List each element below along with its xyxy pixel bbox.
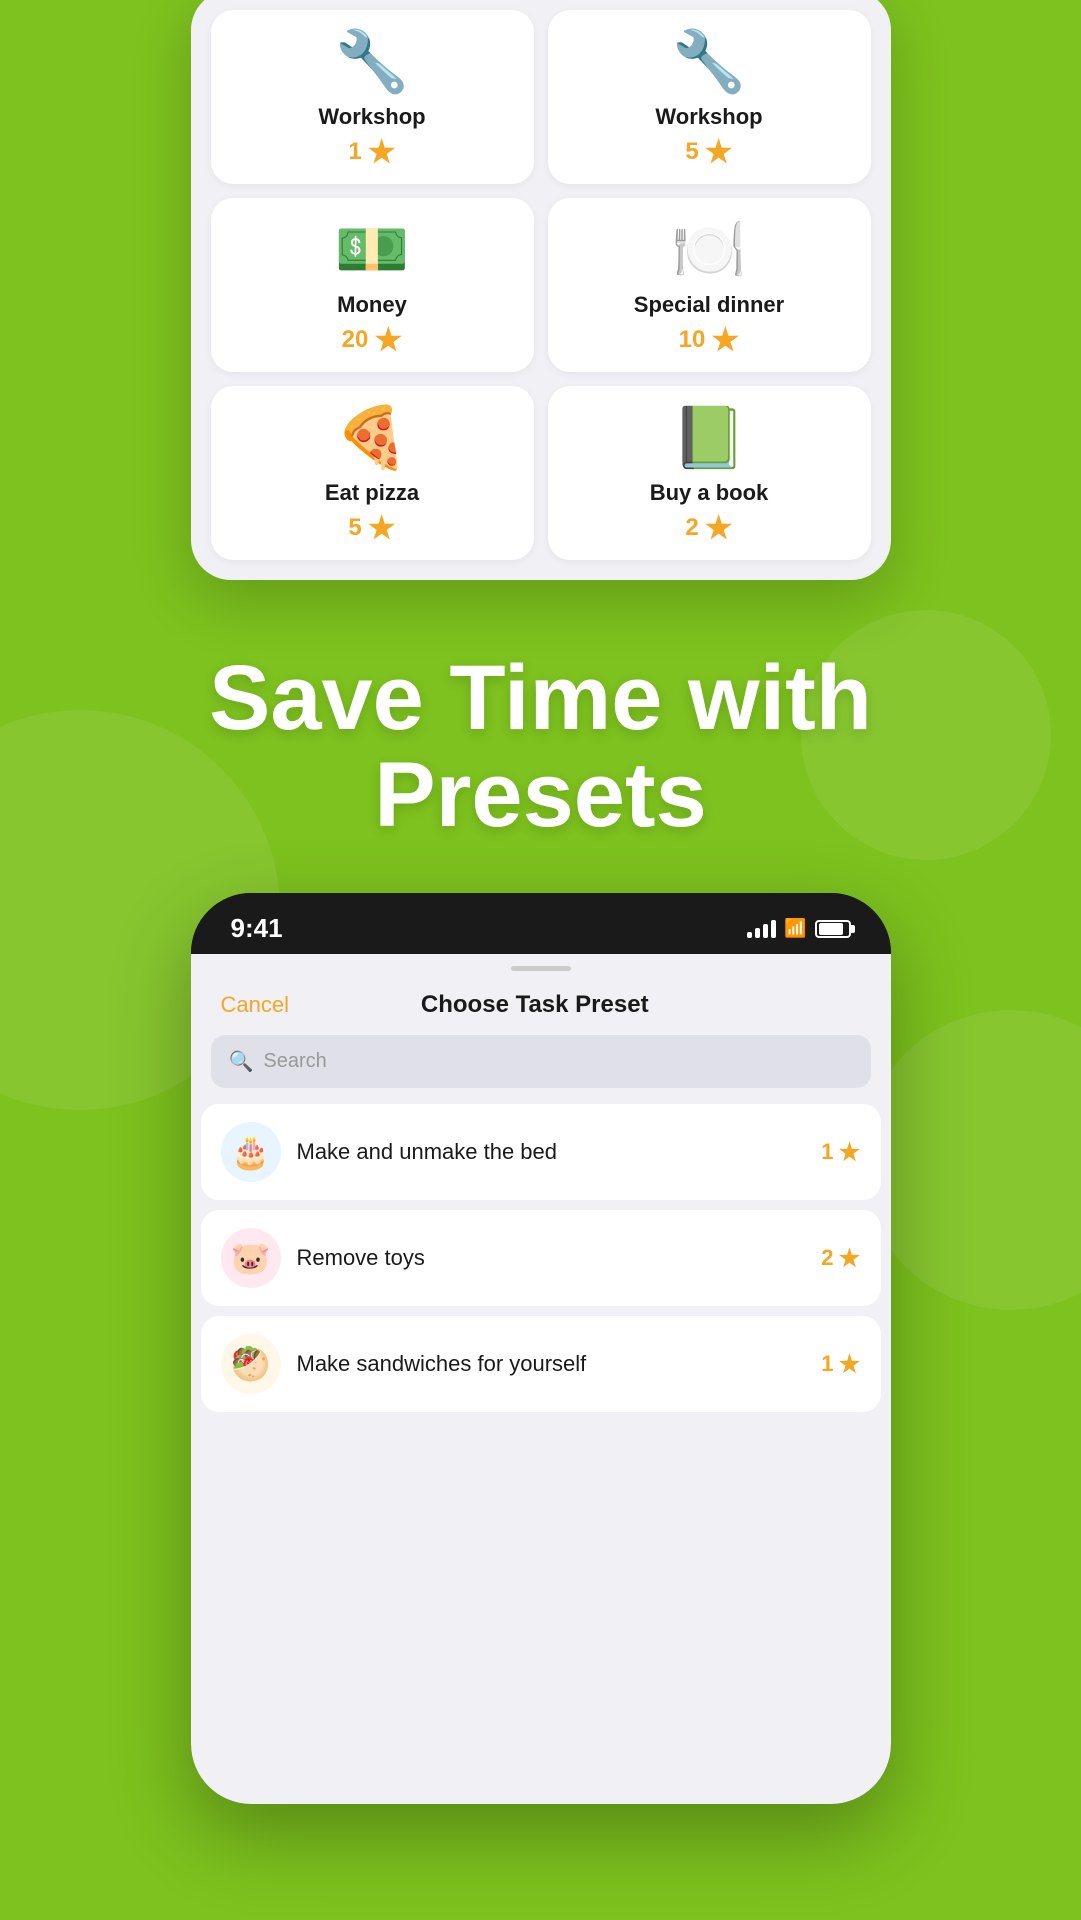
sheet-title: Choose Task Preset bbox=[421, 991, 649, 1019]
task-name: Make and unmake the bed bbox=[297, 1139, 806, 1165]
status-icons: 📶 bbox=[747, 918, 850, 939]
phone-screen-content: Cancel Choose Task Preset 🔍 Search 🎂 Mak… bbox=[191, 954, 891, 1804]
card-icon: 📗 bbox=[672, 408, 747, 468]
star-icon bbox=[839, 1353, 861, 1375]
bottom-phone-mockup: 9:41 📶 Cancel Choose Task Preset 🔍 S bbox=[191, 893, 891, 1804]
card-points: 20 bbox=[342, 326, 403, 354]
reward-card-eatpizza5[interactable]: 🍕 Eat pizza 5 bbox=[211, 386, 534, 560]
reward-card-specialdinner10[interactable]: 🍽️ Special dinner 10 bbox=[548, 198, 871, 372]
task-icon: 🐷 bbox=[221, 1228, 281, 1288]
task-icon: 🎂 bbox=[221, 1122, 281, 1182]
reward-card-buyabook2[interactable]: 📗 Buy a book 2 bbox=[548, 386, 871, 560]
reward-card-workshop5[interactable]: 🔧 Workshop 5 bbox=[548, 10, 871, 184]
card-icon: 🔧 bbox=[672, 32, 747, 92]
star-icon bbox=[368, 514, 396, 542]
search-icon: 🔍 bbox=[229, 1049, 254, 1074]
status-time: 9:41 bbox=[231, 913, 283, 944]
task-points: 1 bbox=[821, 1139, 860, 1165]
reward-card-workshop1[interactable]: 🔧 Workshop 1 bbox=[211, 10, 534, 184]
star-icon bbox=[374, 326, 402, 354]
wifi-icon: 📶 bbox=[784, 918, 806, 939]
task-points: 2 bbox=[821, 1245, 860, 1271]
card-name: Workshop bbox=[655, 104, 762, 130]
card-name: Workshop bbox=[318, 104, 425, 130]
cancel-button[interactable]: Cancel bbox=[221, 992, 289, 1018]
card-name: Eat pizza bbox=[325, 480, 419, 506]
battery-icon bbox=[815, 920, 851, 938]
task-name: Make sandwiches for yourself bbox=[297, 1351, 806, 1377]
star-icon bbox=[839, 1247, 861, 1269]
card-icon: 💵 bbox=[335, 220, 410, 280]
card-name: Special dinner bbox=[634, 292, 784, 318]
card-icon: 🍕 bbox=[335, 408, 410, 468]
card-name: Money bbox=[337, 292, 407, 318]
search-bar[interactable]: 🔍 Search bbox=[211, 1035, 871, 1088]
sheet-header: Cancel Choose Task Preset bbox=[191, 971, 891, 1035]
status-bar: 9:41 📶 bbox=[191, 893, 891, 954]
star-icon bbox=[368, 138, 396, 166]
card-icon: 🍽️ bbox=[672, 220, 747, 280]
headline-text: Save Time with Presets bbox=[60, 650, 1021, 843]
card-points: 1 bbox=[348, 138, 395, 166]
task-list: 🎂 Make and unmake the bed 1 🐷 Remove toy… bbox=[191, 1104, 891, 1412]
card-points: 5 bbox=[348, 514, 395, 542]
card-points: 10 bbox=[679, 326, 740, 354]
card-name: Buy a book bbox=[650, 480, 769, 506]
card-points: 2 bbox=[685, 514, 732, 542]
reward-card-money20[interactable]: 💵 Money 20 bbox=[211, 198, 534, 372]
top-phone-mockup: 🔧 Workshop 1 🔧 Workshop 5 💵 Money 20 🍽️ … bbox=[191, 0, 891, 580]
signal-icon bbox=[747, 920, 776, 938]
task-item-make-bed[interactable]: 🎂 Make and unmake the bed 1 bbox=[201, 1104, 881, 1200]
star-icon bbox=[705, 138, 733, 166]
task-points: 1 bbox=[821, 1351, 860, 1377]
task-icon: 🥙 bbox=[221, 1334, 281, 1394]
star-icon bbox=[711, 326, 739, 354]
card-points: 5 bbox=[685, 138, 732, 166]
card-icon: 🔧 bbox=[335, 32, 410, 92]
search-placeholder: Search bbox=[263, 1050, 326, 1073]
headline-section: Save Time with Presets bbox=[0, 580, 1081, 893]
task-name: Remove toys bbox=[297, 1245, 806, 1271]
star-icon bbox=[839, 1141, 861, 1163]
task-item-make-sandwiches[interactable]: 🥙 Make sandwiches for yourself 1 bbox=[201, 1316, 881, 1412]
star-icon bbox=[705, 514, 733, 542]
task-item-remove-toys[interactable]: 🐷 Remove toys 2 bbox=[201, 1210, 881, 1306]
